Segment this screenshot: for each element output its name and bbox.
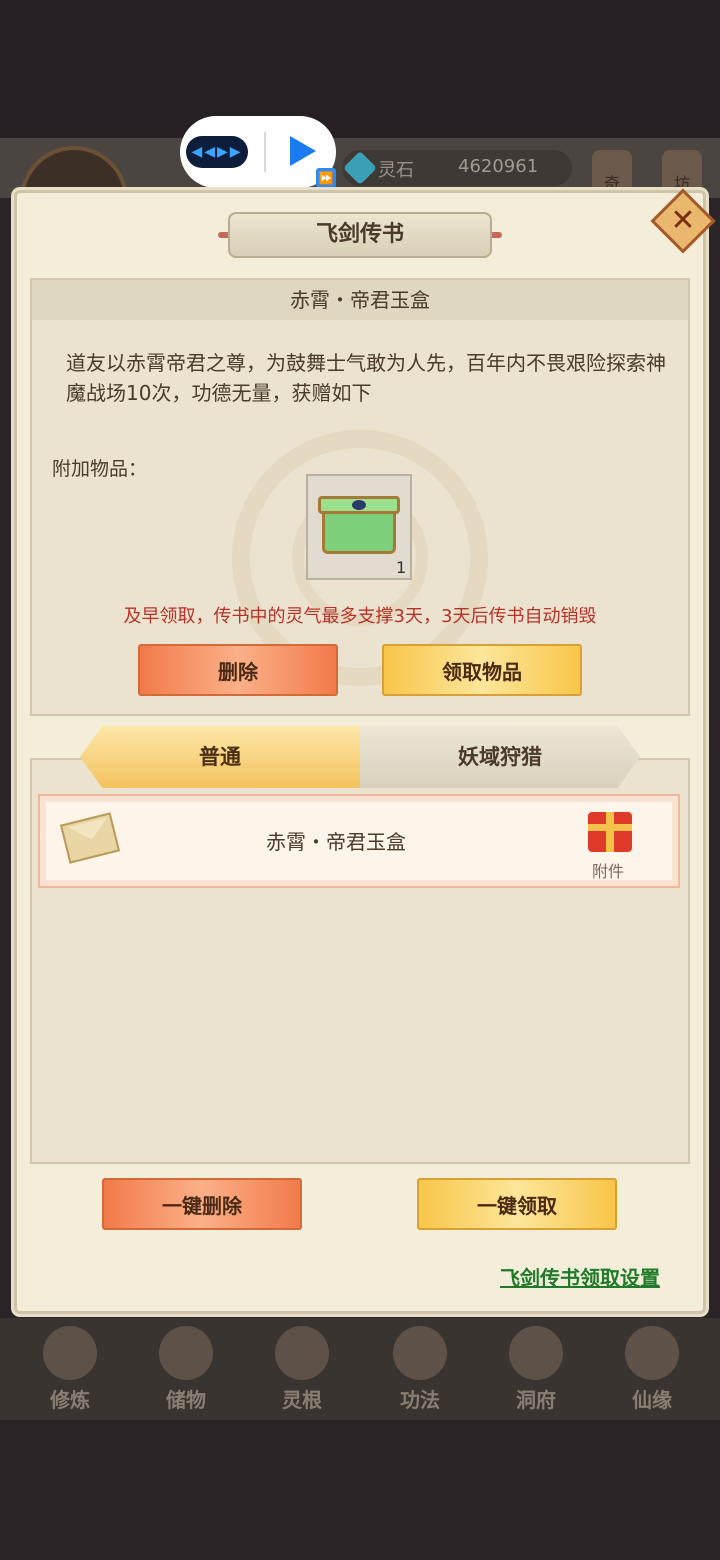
mail-detail-title: 赤霄・帝君玉盒 — [290, 288, 430, 312]
cave-house-icon — [509, 1326, 563, 1380]
ad-divider — [264, 132, 266, 172]
mail-settings-link[interactable]: 飞剑传书领取设置 — [500, 1262, 660, 1291]
storage-bag-icon — [159, 1326, 213, 1380]
nav-label: 仙缘 — [632, 1388, 672, 1412]
nav-item-storage[interactable]: 储物 — [146, 1326, 226, 1416]
nav-label: 洞府 — [516, 1388, 556, 1412]
nav-item-cave[interactable]: 洞府 — [496, 1326, 576, 1416]
jade-box-icon[interactable] — [322, 508, 396, 554]
bottom-dark-area — [0, 1420, 720, 1560]
attachment-badge: 附件 — [592, 862, 625, 881]
fast-forward-icon[interactable]: ⏩ — [316, 168, 336, 188]
delete-all-button[interactable]: 一键删除 — [102, 1178, 302, 1230]
jade-box-gem — [352, 500, 366, 510]
nav-item-fate[interactable]: 仙缘 — [612, 1326, 692, 1416]
nav-label: 储物 — [166, 1388, 206, 1412]
mail-body: 道友以赤霄帝君之尊，为鼓舞士气敢为人先，百年内不畏艰险探索神魔战场10次，功德无… — [66, 351, 666, 405]
tab-demon-hunt[interactable]: 妖域狩猎 — [360, 726, 640, 788]
list-item-title: 赤霄・帝君玉盒 — [266, 830, 406, 854]
spirit-root-icon — [275, 1326, 329, 1380]
technique-book-icon — [393, 1326, 447, 1380]
tab-normal[interactable]: 普通 — [80, 726, 360, 788]
nav-label: 灵根 — [282, 1388, 322, 1412]
play-icon[interactable] — [290, 136, 316, 166]
nav-item-technique[interactable]: 功法 — [380, 1326, 460, 1416]
dialog-title: 飞剑传书 — [228, 212, 492, 258]
claim-all-button[interactable]: 一键领取 — [417, 1178, 617, 1230]
expiry-warning: 及早领取，传书中的灵气最多支撑3天，3天后传书自动销毁 — [123, 606, 597, 627]
nav-label: 功法 — [400, 1388, 440, 1412]
fate-gourd-icon — [625, 1326, 679, 1380]
item-count: 1 — [396, 558, 407, 577]
cultivate-icon — [43, 1326, 97, 1380]
attachment-label: 附加物品： — [52, 458, 148, 480]
delete-button[interactable]: 删除 — [138, 644, 338, 696]
close-icon[interactable]: ✕ — [660, 198, 706, 244]
ad-logo-icon[interactable]: ◀◀▶▶ — [186, 136, 248, 168]
gift-ribbon — [606, 812, 614, 852]
spirit-stone-value: 4620961 — [458, 156, 539, 177]
nav-item-cultivate[interactable]: 修炼 — [30, 1326, 110, 1416]
claim-items-button[interactable]: 领取物品 — [382, 644, 582, 696]
nav-label: 修炼 — [50, 1388, 90, 1412]
gift-ribbon-horizontal — [588, 824, 632, 831]
nav-item-spirit-root[interactable]: 灵根 — [262, 1326, 342, 1416]
spirit-stone-label: 灵石 — [378, 160, 414, 181]
top-dark-area — [0, 0, 720, 140]
